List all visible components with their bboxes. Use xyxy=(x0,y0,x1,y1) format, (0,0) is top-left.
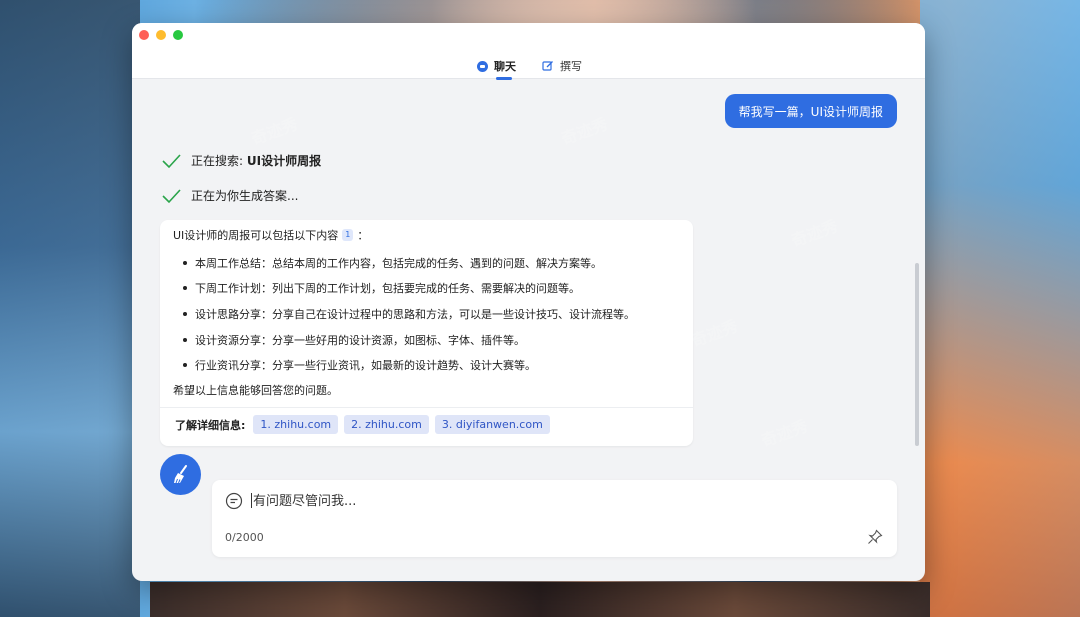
list-item-text: 设计资源分享：分享一些好用的设计资源，如图标、字体、插件等。 xyxy=(195,333,525,347)
text-caret xyxy=(251,493,252,508)
references-row: 了解详细信息: 1. zhihu.com 2. zhihu.com 3. diy… xyxy=(175,415,550,434)
list-item: 行业资讯分享：分享一些行业资讯，如最新的设计趋势、设计大赛等。 xyxy=(173,352,635,378)
scrollbar[interactable] xyxy=(915,263,919,446)
message-icon xyxy=(225,492,243,510)
list-item-text: 行业资讯分享：分享一些行业资讯，如最新的设计趋势、设计大赛等。 xyxy=(195,359,536,373)
message-input[interactable] xyxy=(251,489,855,513)
list-item: 设计思路分享：分享自己在设计过程中的思路和方法，可以是一些设计技巧、设计流程等。 xyxy=(173,301,635,327)
bullet-icon xyxy=(183,311,187,316)
pin-icon[interactable] xyxy=(867,529,883,545)
edit-icon xyxy=(542,61,553,71)
list-item-text: 本周工作总结：总结本周的工作内容，包括完成的任务、遇到的问题、解决方案等。 xyxy=(195,256,602,270)
answer-intro-text: UI设计师的周报可以包括以下内容 xyxy=(173,229,339,242)
background-hair-right xyxy=(920,0,1080,617)
tab-chat[interactable]: 聊天 xyxy=(477,57,516,80)
char-counter: 0/2000 xyxy=(225,531,264,544)
zoom-window-button[interactable] xyxy=(173,30,183,40)
chat-bubble-icon xyxy=(477,60,488,72)
app-window: 聊天 撰写 帮我写一篇，UI设计师周报 正在搜索: UI设计师周报 正在为你生成… xyxy=(132,23,925,581)
answer-intro: UI设计师的周报可以包括以下内容 1 ： xyxy=(173,227,368,243)
answer-list: 本周工作总结：总结本周的工作内容，包括完成的任务、遇到的问题、解决方案等。 下周… xyxy=(173,250,635,378)
check-icon xyxy=(162,153,181,168)
bullet-icon xyxy=(183,363,187,368)
list-item: 下周工作计划：列出下周的工作计划，包括要完成的任务、需要解决的问题等。 xyxy=(173,276,635,302)
status-generating: 正在为你生成答案... xyxy=(161,187,298,204)
answer-card: UI设计师的周报可以包括以下内容 1 ： 本周工作总结：总结本周的工作内容，包括… xyxy=(160,220,693,446)
tab-chat-label: 聊天 xyxy=(494,60,516,73)
minimize-window-button[interactable] xyxy=(156,30,166,40)
list-item: 设计资源分享：分享一些好用的设计资源，如图标、字体、插件等。 xyxy=(173,327,635,353)
bullet-icon xyxy=(183,260,187,265)
background-hair-left xyxy=(0,0,140,617)
bullet-icon xyxy=(183,286,187,291)
clear-chat-button[interactable] xyxy=(160,454,201,495)
broom-icon xyxy=(173,464,187,483)
answer-intro-suffix: ： xyxy=(357,229,369,242)
background-bottom xyxy=(150,582,930,617)
reference-link[interactable]: 2. zhihu.com xyxy=(344,415,429,434)
list-item: 本周工作总结：总结本周的工作内容，包括完成的任务、遇到的问题、解决方案等。 xyxy=(173,250,635,276)
list-item-text: 设计思路分享：分享自己在设计过程中的思路和方法，可以是一些设计技巧、设计流程等。 xyxy=(195,307,635,321)
references-label: 了解详细信息: xyxy=(175,418,246,432)
tab-compose[interactable]: 撰写 xyxy=(542,57,582,75)
bullet-icon xyxy=(183,337,187,342)
message-composer: 0/2000 xyxy=(212,480,897,557)
check-icon xyxy=(162,188,181,203)
status-searching-text: 正在搜索: UI设计师周报 xyxy=(191,154,322,168)
user-message-bubble: 帮我写一篇，UI设计师周报 xyxy=(724,94,897,128)
reference-link[interactable]: 3. diyifanwen.com xyxy=(434,415,550,434)
reference-link[interactable]: 1. zhihu.com xyxy=(253,415,339,434)
close-window-button[interactable] xyxy=(139,30,149,40)
divider xyxy=(160,407,693,408)
mode-tabs: 聊天 撰写 xyxy=(477,57,582,80)
status-searching: 正在搜索: UI设计师周报 xyxy=(161,152,321,169)
status-generating-text: 正在为你生成答案... xyxy=(191,189,299,203)
reference-badge[interactable]: 1 xyxy=(342,229,354,241)
tab-compose-label: 撰写 xyxy=(560,60,582,73)
answer-closing: 希望以上信息能够回答您的问题。 xyxy=(173,384,338,397)
title-bar: 聊天 撰写 xyxy=(132,23,925,80)
list-item-text: 下周工作计划：列出下周的工作计划，包括要完成的任务、需要解决的问题等。 xyxy=(195,282,580,296)
